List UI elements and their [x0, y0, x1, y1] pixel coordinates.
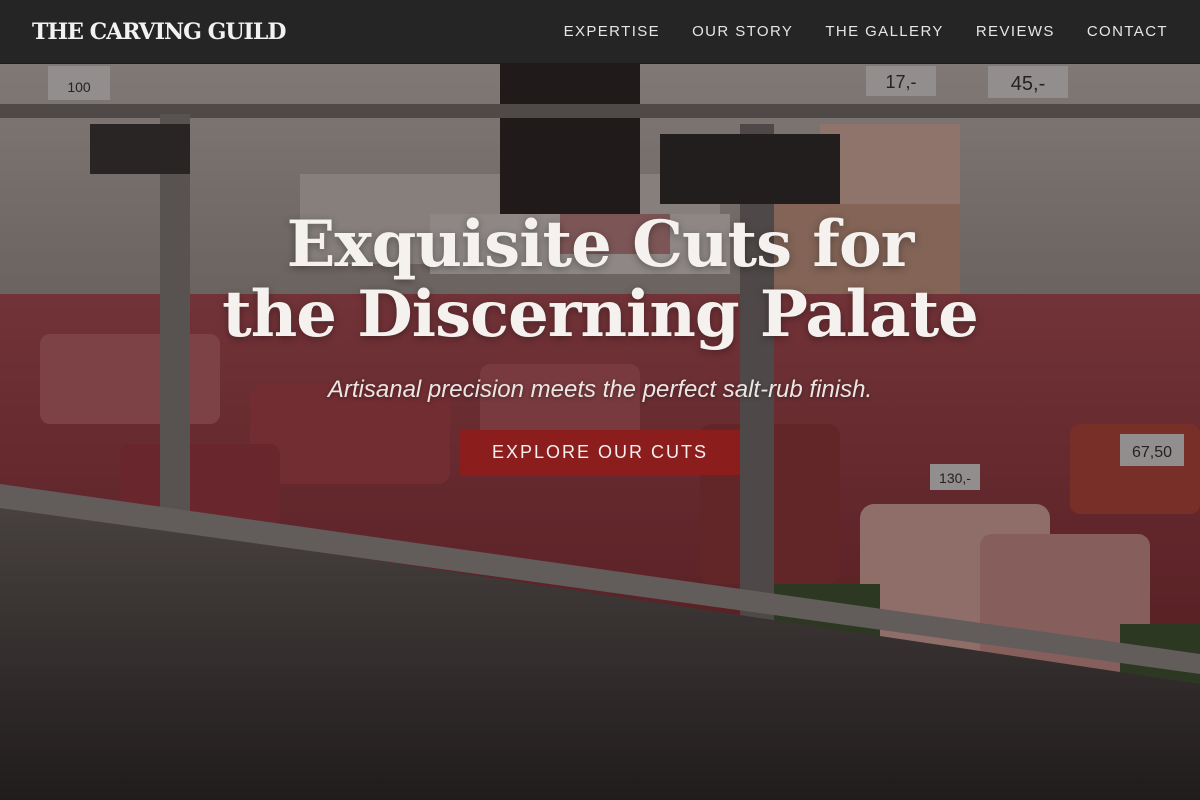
nav-link-expertise[interactable]: EXPERTISE	[564, 23, 661, 40]
nav-link-contact[interactable]: CONTACT	[1087, 23, 1168, 40]
hero-tagline: Artisanal precision meets the perfect sa…	[327, 376, 873, 403]
site-logo[interactable]: THE CARVING GUILD	[32, 19, 286, 45]
explore-cuts-button[interactable]: EXPLORE OUR CUTS	[459, 430, 741, 475]
hero-copy: Exquisite Cuts for the Discerning Palate…	[0, 210, 1200, 475]
hero-headline: Exquisite Cuts for the Discerning Palate	[222, 207, 979, 352]
site-header: THE CARVING GUILD EXPERTISE OUR STORY TH…	[0, 0, 1200, 64]
nav-link-reviews[interactable]: REVIEWS	[976, 23, 1055, 40]
main-nav: EXPERTISE OUR STORY THE GALLERY REVIEWS …	[564, 23, 1168, 40]
nav-link-our-story[interactable]: OUR STORY	[692, 23, 793, 40]
nav-link-gallery[interactable]: THE GALLERY	[825, 23, 944, 40]
